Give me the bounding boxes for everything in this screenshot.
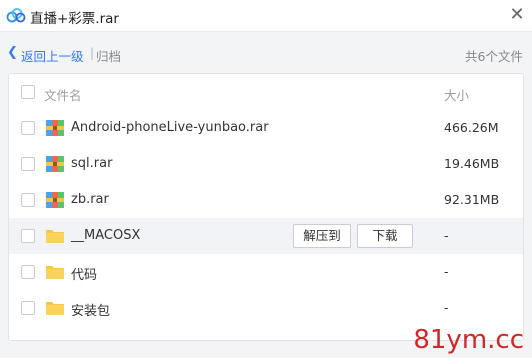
table-row[interactable]: zb.rar 92.31MB <box>9 182 523 218</box>
file-name[interactable]: Android-phoneLive-yunbao.rar <box>71 120 269 135</box>
file-list: 文件名 大小 Android-phoneLive-yunbao.rar 466.… <box>8 73 524 341</box>
folder-icon <box>46 230 64 243</box>
extract-button[interactable]: 解压到 <box>293 224 351 248</box>
chevron-left-icon[interactable]: ❮ <box>7 45 18 60</box>
row-checkbox[interactable] <box>21 193 35 207</box>
folder-icon <box>46 266 64 279</box>
cloud-icon <box>6 8 26 23</box>
file-size: 92.31MB <box>444 192 500 207</box>
file-size: 19.46MB <box>444 156 500 171</box>
file-size: - <box>444 228 449 243</box>
archive-file-icon <box>46 120 64 136</box>
column-header-size: 大小 <box>444 88 470 103</box>
table-row[interactable]: 安装包 - <box>9 290 523 326</box>
select-all-checkbox[interactable] <box>21 85 35 99</box>
table-row[interactable]: __MACOSX 解压到 下载 - <box>9 218 523 254</box>
navigation-bar: ❮ 返回上一级 | 归档 共6个文件 <box>0 33 532 73</box>
row-checkbox[interactable] <box>21 301 35 315</box>
close-icon[interactable]: ✕ <box>502 2 532 30</box>
title-bar: 直播+彩票.rar ✕ <box>0 0 532 32</box>
download-button[interactable]: 下载 <box>357 224 413 248</box>
file-size: 466.26M <box>444 120 499 135</box>
file-size: - <box>444 264 449 279</box>
row-checkbox[interactable] <box>21 121 35 135</box>
breadcrumb-separator: | <box>90 46 95 60</box>
watermark: 81ym.cc <box>413 325 524 355</box>
back-button[interactable]: 返回上一级 <box>21 46 84 65</box>
file-name[interactable]: zb.rar <box>71 192 109 207</box>
window-title: 直播+彩票.rar <box>30 11 119 27</box>
table-header: 文件名 大小 <box>9 74 523 110</box>
table-row[interactable]: sql.rar 19.46MB <box>9 146 523 182</box>
table-row[interactable]: Android-phoneLive-yunbao.rar 466.26M <box>9 110 523 146</box>
breadcrumb: 归档 <box>96 49 122 64</box>
archive-file-icon <box>46 156 64 172</box>
file-size: - <box>444 300 449 315</box>
row-checkbox[interactable] <box>21 229 35 243</box>
file-name[interactable]: __MACOSX <box>71 228 140 243</box>
column-header-name: 文件名 <box>44 88 82 103</box>
row-checkbox[interactable] <box>21 157 35 171</box>
folder-icon <box>46 302 64 315</box>
archive-file-icon <box>46 192 64 208</box>
file-name[interactable]: 安装包 <box>71 300 110 319</box>
file-count: 共6个文件 <box>465 49 523 64</box>
row-checkbox[interactable] <box>21 265 35 279</box>
file-name[interactable]: 代码 <box>71 264 97 283</box>
file-name[interactable]: sql.rar <box>71 156 112 171</box>
table-row[interactable]: 代码 - <box>9 254 523 290</box>
